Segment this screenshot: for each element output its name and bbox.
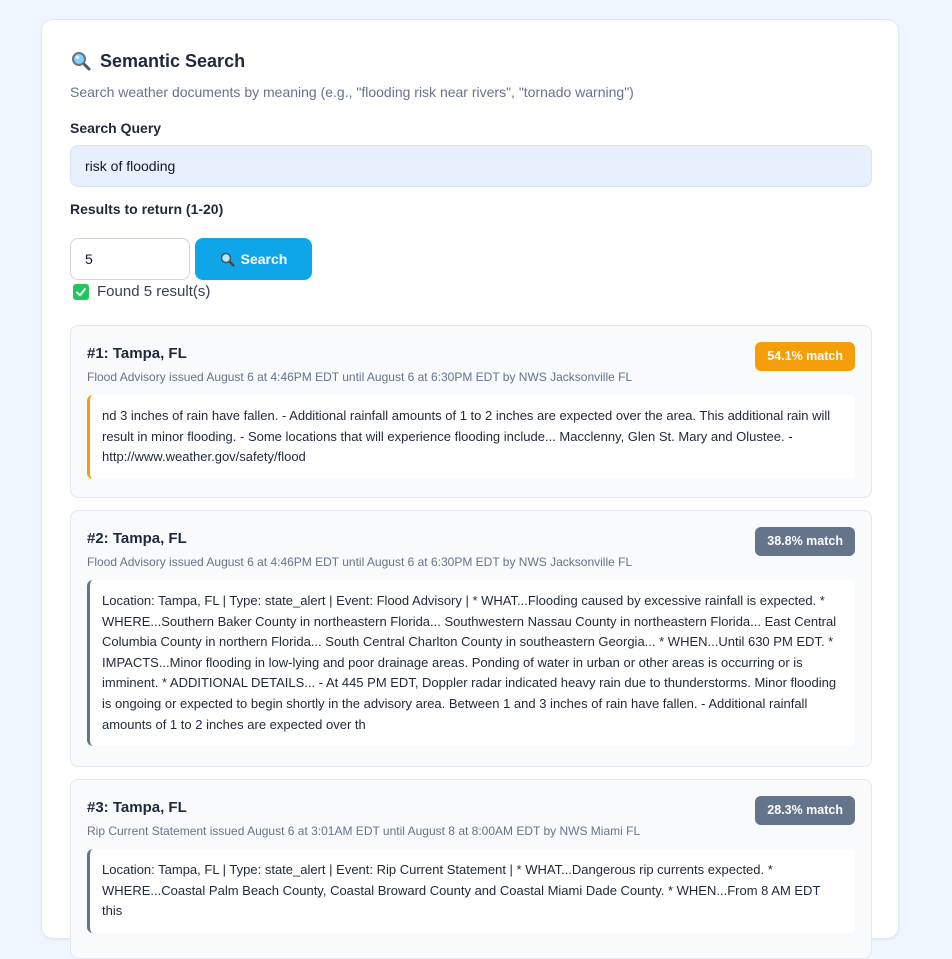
panel-header: Semantic Search [71, 50, 245, 72]
result-card[interactable]: #2: Tampa, FL 38.8% match Flood Advisory… [70, 510, 872, 767]
page-title: Semantic Search [100, 50, 246, 71]
result-excerpt: nd 3 inches of rain have fallen. - Addit… [87, 395, 855, 479]
result-meta: Flood Advisory issued August 6 at 4:46PM… [87, 370, 633, 384]
search-button[interactable]: Search [195, 238, 312, 280]
match-score-badge: 28.3% match [755, 796, 855, 825]
match-score-badge: 54.1% match [755, 342, 855, 371]
result-title: #1: Tampa, FL [87, 345, 187, 362]
page-subtitle: Search weather documents by meaning (e.g… [70, 84, 634, 100]
magnifying-glass-icon [220, 252, 235, 267]
results-count-input[interactable] [70, 238, 190, 280]
search-query-label: Search Query [70, 120, 162, 136]
results-status: Found 5 result(s) [73, 283, 210, 300]
check-mark-icon [73, 283, 89, 300]
result-title: #2: Tampa, FL [87, 530, 187, 547]
search-query-input[interactable] [70, 145, 872, 187]
result-excerpt: Location: Tampa, FL | Type: state_alert … [87, 849, 855, 933]
result-title: #3: Tampa, FL [87, 799, 187, 816]
match-score-badge: 38.8% match [755, 527, 855, 556]
result-card[interactable]: #3: Tampa, FL 28.3% match Rip Current St… [70, 779, 872, 959]
search-button-label: Search [240, 251, 288, 267]
magnifying-glass-icon [72, 52, 91, 71]
result-card[interactable]: #1: Tampa, FL 54.1% match Flood Advisory… [70, 325, 872, 498]
result-meta: Rip Current Statement issued August 6 at… [87, 824, 641, 838]
results-status-text: Found 5 result(s) [97, 283, 211, 300]
result-excerpt: Location: Tampa, FL | Type: state_alert … [87, 580, 855, 747]
result-meta: Flood Advisory issued August 6 at 4:46PM… [87, 555, 633, 569]
semantic-search-panel: Semantic Search Search weather documents… [41, 19, 899, 959]
results-count-label: Results to return (1-20) [70, 201, 224, 217]
